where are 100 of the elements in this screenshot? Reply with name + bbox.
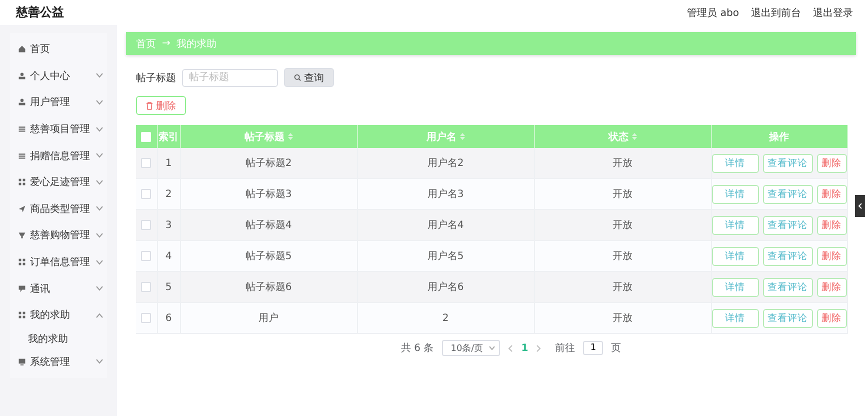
page-input[interactable]: 1 — [583, 341, 604, 355]
app-title: 慈善公益 — [16, 4, 64, 21]
delete-button[interactable]: 删除 — [136, 96, 186, 115]
monitor-icon — [18, 358, 26, 366]
table-cell: 4 — [165, 250, 172, 262]
menu-item[interactable]: 用户管理 — [10, 89, 107, 116]
submenu-item[interactable]: 我的求助 — [10, 328, 107, 349]
action-button[interactable]: 查看评论 — [762, 216, 812, 234]
table-cell: 开放 — [612, 282, 632, 293]
chevron-icon — [489, 346, 496, 350]
menu-item[interactable]: 商品类型管理 — [10, 196, 107, 222]
table-cell: 用户名5 — [427, 251, 464, 262]
header-link[interactable]: 退出登录 — [813, 6, 853, 20]
table-cell: 开放 — [612, 313, 632, 324]
chevron-icon — [96, 180, 103, 185]
search-field[interactable]: 帖子标题 — [182, 68, 278, 86]
chat-icon — [18, 284, 26, 293]
home-icon — [18, 45, 26, 54]
row-checkbox[interactable] — [141, 158, 152, 168]
table-cell: 5 — [165, 282, 172, 292]
page-suffix: 页 — [611, 342, 622, 355]
row-checkbox[interactable] — [141, 282, 152, 292]
menu-item[interactable]: 个人中心 — [10, 62, 107, 90]
column-header: 索引 — [158, 130, 178, 144]
action-button[interactable]: 查看评论 — [762, 154, 812, 172]
total-count: 共 6 条 — [401, 342, 434, 355]
chevron-icon — [96, 73, 103, 78]
column-header: 操作 — [769, 130, 789, 144]
table-cell: 用户 — [258, 313, 278, 324]
action-button[interactable]: 详情 — [712, 184, 758, 204]
menu-item[interactable]: 首页 — [10, 36, 107, 63]
header-link[interactable]: 退出到前台 — [751, 6, 801, 20]
menu-item[interactable]: 慈善购物管理 — [10, 222, 107, 249]
chevron-icon — [96, 260, 103, 265]
search-button[interactable]: 查询 — [284, 68, 334, 87]
breadcrumb-separator: → — [162, 38, 170, 49]
chevron-icon — [96, 359, 103, 364]
menu-item[interactable]: 我的求助 — [10, 302, 107, 329]
row-checkbox[interactable] — [141, 189, 152, 199]
side-panel-tab[interactable] — [855, 195, 865, 217]
menu-item[interactable]: 慈善项目管理 — [10, 116, 107, 142]
table-cell: 帖子标题5 — [245, 251, 292, 262]
page-number[interactable]: 1 — [521, 342, 528, 354]
table-cell: 2 — [442, 312, 449, 324]
action-button[interactable]: 删除 — [816, 278, 846, 296]
action-button[interactable]: 查看评论 — [762, 184, 812, 204]
goto-label: 前往 — [555, 342, 576, 355]
table-cell: 6 — [165, 312, 172, 324]
table-cell: 帖子标题4 — [245, 220, 292, 231]
action-button[interactable]: 查看评论 — [762, 308, 812, 328]
person-icon — [18, 98, 26, 106]
menu-item[interactable]: 系统管理 — [10, 348, 107, 376]
action-button[interactable]: 查看评论 — [762, 246, 812, 266]
row-checkbox[interactable] — [141, 313, 152, 323]
action-button[interactable]: 删除 — [816, 184, 846, 204]
person-icon — [18, 72, 26, 80]
search-label: 帖子标题 — [136, 72, 176, 84]
row-checkbox[interactable] — [141, 251, 152, 261]
sort-icon — [632, 133, 636, 140]
table-cell: 帖子标题2 — [245, 158, 292, 169]
chevron-icon — [96, 153, 103, 158]
chevron-icon — [96, 312, 103, 318]
next-page-icon[interactable] — [536, 344, 542, 352]
select-all-checkbox[interactable] — [141, 132, 152, 142]
sort-icon — [288, 133, 292, 140]
action-button[interactable]: 详情 — [712, 246, 758, 266]
table-cell: 开放 — [612, 251, 632, 262]
action-button[interactable]: 详情 — [712, 308, 758, 328]
menu-item[interactable]: 订单信息管理 — [10, 248, 107, 276]
chevron-icon — [96, 126, 103, 132]
table-cell: 用户名6 — [427, 282, 464, 293]
sort-icon — [460, 133, 464, 140]
table-cell: 用户名3 — [427, 189, 464, 200]
grid-icon — [18, 311, 26, 320]
chevron-icon — [858, 203, 862, 209]
chevron-icon — [96, 286, 103, 292]
previous-page-icon[interactable] — [508, 344, 514, 352]
page-size-select[interactable]: 10条/页 — [442, 340, 500, 356]
table-cell: 开放 — [612, 158, 632, 169]
action-button[interactable]: 删除 — [816, 308, 846, 328]
action-button[interactable]: 删除 — [816, 154, 846, 172]
table-cell: 帖子标题6 — [245, 282, 292, 293]
table-cell: 帖子标题3 — [245, 189, 292, 200]
table-cell: 用户名4 — [427, 220, 464, 231]
table-cell: 开放 — [612, 220, 632, 231]
menu-item[interactable]: 通讯 — [10, 275, 107, 302]
chevron-icon — [96, 206, 103, 212]
action-button[interactable]: 查看评论 — [762, 278, 812, 296]
table-cell: 3 — [165, 220, 172, 230]
menu-item[interactable]: 捐赠信息管理 — [10, 142, 107, 169]
action-button[interactable]: 详情 — [712, 154, 758, 172]
list-icon — [18, 125, 26, 134]
action-button[interactable]: 详情 — [712, 278, 758, 296]
action-button[interactable]: 删除 — [816, 246, 846, 266]
row-checkbox[interactable] — [141, 220, 152, 230]
list-icon — [18, 152, 26, 160]
action-button[interactable]: 详情 — [712, 216, 758, 234]
menu-item[interactable]: 爱心足迹管理 — [10, 168, 107, 196]
table-cell: 开放 — [612, 189, 632, 200]
action-button[interactable]: 删除 — [816, 216, 846, 234]
